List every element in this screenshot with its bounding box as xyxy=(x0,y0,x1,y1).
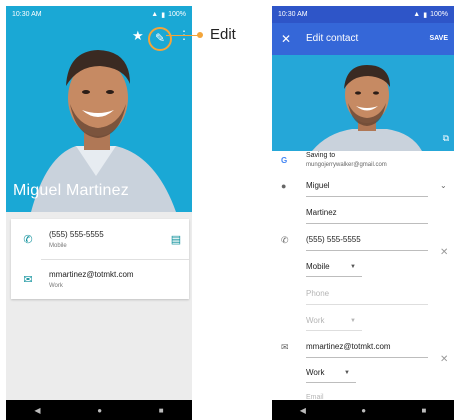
phone-type-empty-underline xyxy=(306,330,362,331)
phone-row[interactable]: ✆ (555) 555-5555 Mobile ▤ xyxy=(11,219,189,259)
phone-number[interactable]: (555) 555-5555 xyxy=(49,230,104,239)
callout-line xyxy=(166,35,199,36)
dropdown-arrow-icon[interactable]: ▼ xyxy=(344,370,350,376)
contact-photo-header: 10:30 AM ▲ ▮ 100% ★ ✎ ⋮ Miguel Martinez xyxy=(6,6,192,212)
last-name-field[interactable]: Martinez xyxy=(306,208,337,217)
dropdown-arrow-icon[interactable]: ▼ xyxy=(350,264,356,270)
back-icon[interactable]: ◀ xyxy=(34,406,40,415)
battery-percentage: 100% xyxy=(430,10,448,18)
callout-dot xyxy=(197,32,203,38)
save-button[interactable]: SAVE xyxy=(429,35,448,42)
dropdown-arrow-icon[interactable]: ▼ xyxy=(350,318,356,324)
phone-empty-underline xyxy=(306,304,428,305)
edit-contact-screen: 10:30 AM ▲ ▮ 100% ✕ Edit contact SAVE ⧉ … xyxy=(272,6,454,420)
email-field[interactable]: mmartinez@totmkt.com xyxy=(306,342,391,351)
signal-icon: ▲ xyxy=(413,10,421,18)
remove-phone-icon[interactable]: ✕ xyxy=(440,247,448,258)
signal-icon: ▲ xyxy=(151,11,159,18)
edit-app-bar: ✕ Edit contact SAVE xyxy=(272,23,454,55)
email-row[interactable]: ✉ mmartinez@totmkt.com Work xyxy=(11,259,189,299)
edit-contact-title: Edit contact xyxy=(306,33,359,44)
battery-percentage: 100% xyxy=(168,11,186,18)
phone-type-empty-select[interactable]: Work xyxy=(306,316,325,325)
battery-icon: ▮ xyxy=(423,11,428,19)
contact-name: Miguel Martinez xyxy=(13,182,129,199)
battery-icon: ▮ xyxy=(161,11,166,19)
close-icon[interactable]: ✕ xyxy=(281,32,291,46)
phone-type-underline xyxy=(306,276,362,277)
navigation-bar: ◀ ● ■ xyxy=(272,400,454,420)
email-address[interactable]: mmartinez@totmkt.com xyxy=(49,270,134,279)
navigation-bar: ◀ ● ■ xyxy=(6,400,192,420)
message-icon[interactable]: ▤ xyxy=(169,233,183,247)
recents-icon[interactable]: ■ xyxy=(421,406,426,415)
camera-icon[interactable]: ⧉ xyxy=(443,133,449,144)
contact-photo xyxy=(272,55,454,151)
last-name-underline xyxy=(306,223,428,224)
saving-account[interactable]: mungojerrywalker@gmail.com xyxy=(306,162,387,168)
phone-icon: ✆ xyxy=(23,234,33,246)
first-name-field[interactable]: Miguel xyxy=(306,181,330,190)
status-indicators: ▲ ▮ 100% xyxy=(413,11,448,19)
status-indicators: ▲ ▮ 100% xyxy=(151,11,186,19)
remove-email-icon[interactable]: ✕ xyxy=(440,354,448,365)
email-icon: ✉ xyxy=(23,274,33,286)
phone-type: Mobile xyxy=(49,243,67,249)
saving-to-label: Saving to xyxy=(306,152,336,159)
star-icon[interactable]: ★ xyxy=(132,28,144,44)
phone-type-select[interactable]: Mobile xyxy=(306,262,330,271)
pencil-icon[interactable]: ✎ xyxy=(155,31,165,45)
status-time: 10:30 AM xyxy=(12,11,42,18)
email-type-underline xyxy=(306,382,356,383)
home-icon[interactable]: ● xyxy=(361,406,366,415)
email-underline xyxy=(306,357,428,358)
first-name-underline xyxy=(306,196,428,197)
phone-icon: ✆ xyxy=(281,235,289,245)
phone-input-empty[interactable]: Phone xyxy=(306,289,329,298)
phone-field[interactable]: (555) 555-5555 xyxy=(306,235,361,244)
edit-callout-label: Edit xyxy=(210,26,236,43)
edit-contact-photo[interactable]: ⧉ xyxy=(272,55,454,151)
home-icon[interactable]: ● xyxy=(97,406,102,415)
recents-icon[interactable]: ■ xyxy=(159,406,164,415)
chevron-down-icon[interactable]: ⌄ xyxy=(440,181,447,190)
google-icon: G xyxy=(281,156,288,165)
contact-details-screen: 10:30 AM ▲ ▮ 100% ★ ✎ ⋮ Miguel Martinez … xyxy=(6,6,192,420)
back-icon[interactable]: ◀ xyxy=(300,406,306,415)
email-type-select[interactable]: Work xyxy=(306,368,325,377)
phone-underline xyxy=(306,250,428,251)
person-icon: ● xyxy=(281,181,287,191)
status-time: 10:30 AM xyxy=(278,11,308,18)
contact-info-card: ✆ (555) 555-5555 Mobile ▤ ✉ mmartinez@to… xyxy=(11,219,189,299)
email-icon: ✉ xyxy=(281,342,289,352)
email-type: Work xyxy=(49,283,63,289)
